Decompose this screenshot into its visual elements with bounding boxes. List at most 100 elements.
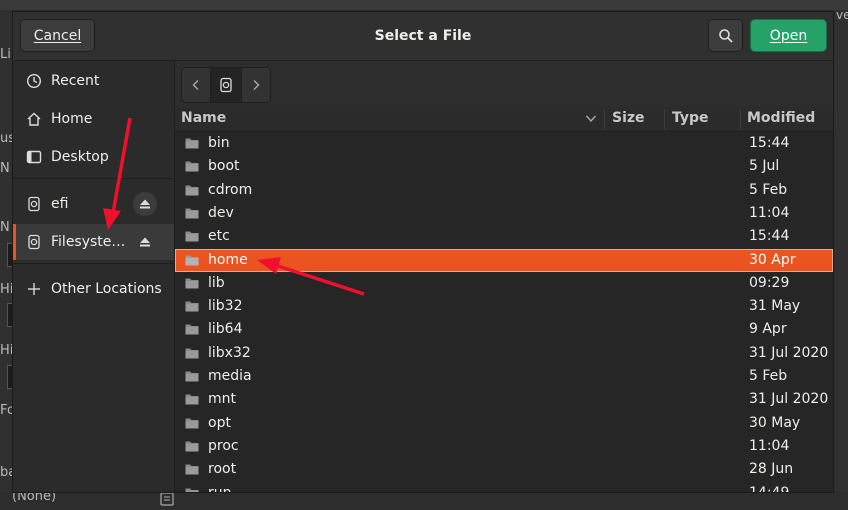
file-modified: 9 Apr <box>749 321 787 338</box>
open-button[interactable]: Open <box>750 19 827 52</box>
search-icon <box>718 28 733 43</box>
folder-icon <box>185 488 199 492</box>
dialog-header: Cancel Select a File Open <box>13 12 833 61</box>
sidebar-item-label: efi <box>51 196 69 212</box>
file-modified: 14:49 <box>749 485 789 493</box>
sidebar-item-filesystem[interactable]: Filesyste… <box>13 224 174 260</box>
eject-icon <box>140 237 150 247</box>
eject-button[interactable] <box>133 192 157 216</box>
file-row[interactable]: dev 11:04 <box>175 202 833 225</box>
path-location-button[interactable] <box>210 68 242 102</box>
sidebar-item-other-locations[interactable]: Other Locations <box>13 271 174 307</box>
chevron-right-icon <box>253 80 260 90</box>
cancel-label: Cancel <box>33 27 82 44</box>
file-row[interactable]: etc 15:44 <box>175 225 833 248</box>
file-modified: 5 Jul <box>749 158 780 175</box>
sidebar-item-label: Desktop <box>51 149 109 165</box>
folder-icon <box>185 464 199 475</box>
file-row[interactable]: media 5 Feb <box>175 365 833 388</box>
search-button[interactable] <box>708 19 743 52</box>
path-forward-button[interactable] <box>242 68 270 102</box>
folder-icon <box>185 324 199 335</box>
folder-icon <box>185 348 199 359</box>
file-name: proc <box>208 437 239 454</box>
column-separator[interactable] <box>604 109 605 129</box>
folder-icon <box>185 185 199 196</box>
background-label: N <box>0 220 10 235</box>
column-separator[interactable] <box>664 109 665 129</box>
column-header-size[interactable]: Size <box>612 110 645 126</box>
file-row[interactable]: lib64 9 Apr <box>175 318 833 341</box>
column-separator[interactable] <box>740 109 741 129</box>
column-header-modified[interactable]: Modified <box>747 110 815 126</box>
sidebar-item-home[interactable]: Home <box>13 101 174 137</box>
file-row[interactable]: boot 5 Jul <box>175 155 833 178</box>
column-header-name[interactable]: Name <box>181 110 226 126</box>
column-header-type[interactable]: Type <box>672 110 709 126</box>
file-row[interactable]: libx32 31 Jul 2020 <box>175 342 833 365</box>
file-name: run <box>208 485 232 493</box>
file-modified: 09:29 <box>749 274 790 291</box>
file-modified: 30 May <box>749 414 801 431</box>
document-icon <box>160 492 174 506</box>
file-modified: 31 May <box>749 298 801 315</box>
chevron-left-icon <box>192 80 199 90</box>
file-row[interactable]: lib32 31 May <box>175 295 833 318</box>
path-back-button[interactable] <box>182 68 210 102</box>
background-label: Li <box>0 47 11 62</box>
file-row[interactable]: home 30 Apr <box>175 248 833 272</box>
clock-icon <box>26 73 42 89</box>
file-name: opt <box>208 414 231 431</box>
file-name: cdrom <box>208 181 253 198</box>
file-modified: 15:44 <box>749 135 790 151</box>
sidebar-item-desktop[interactable]: Desktop <box>13 139 174 175</box>
file-name: dev <box>208 204 234 221</box>
file-name: bin <box>208 135 230 151</box>
file-rows: bin 15:44 boot 5 Jul cdrom 5 Feb dev 11:04 etc 15… <box>175 132 833 492</box>
file-chooser-dialog: Cancel Select a File Open Recent Home De… <box>12 11 834 493</box>
file-name: home <box>208 251 248 268</box>
plus-icon <box>28 283 40 295</box>
folder-icon <box>185 231 199 242</box>
file-modified: 5 Feb <box>749 181 788 198</box>
sort-chevron-down-icon[interactable] <box>585 114 597 124</box>
file-row[interactable]: bin 15:44 <box>175 132 833 155</box>
sidebar-item-recent[interactable]: Recent <box>13 63 174 99</box>
home-icon <box>27 112 41 126</box>
column-header-row: Name Size Type Modified <box>175 107 833 132</box>
file-modified: 15:44 <box>749 228 790 245</box>
folder-icon <box>185 138 199 149</box>
file-row[interactable]: opt 30 May <box>175 412 833 435</box>
folder-icon <box>185 301 199 312</box>
file-row[interactable]: cdrom 5 Feb <box>175 179 833 202</box>
file-modified: 31 Jul 2020 <box>749 391 829 408</box>
file-name: lib64 <box>208 321 243 338</box>
cancel-button[interactable]: Cancel <box>20 19 95 52</box>
background-right-panel <box>834 10 848 510</box>
background-label: ve <box>836 8 848 22</box>
background-status-bar: (None) <box>0 489 848 510</box>
file-row[interactable]: mnt 31 Jul 2020 <box>175 388 833 411</box>
eject-button[interactable] <box>133 230 157 254</box>
file-name: root <box>208 461 237 478</box>
file-modified: 28 Jun <box>749 461 794 478</box>
folder-icon <box>185 161 199 172</box>
sidebar-item-label: Home <box>51 111 93 127</box>
sidebar-item-efi[interactable]: efi <box>13 186 174 222</box>
file-row[interactable]: root 28 Jun <box>175 458 833 481</box>
main-pane: Name Size Type Modified bin 15:44 boot 5 Ju… <box>175 61 833 492</box>
places-sidebar: Recent Home Desktop efi Filesyste… Other… <box>13 61 175 492</box>
folder-icon <box>185 255 199 265</box>
sidebar-separator <box>13 178 174 179</box>
file-name: libx32 <box>208 344 251 361</box>
file-row[interactable]: run 14:49 <box>175 482 833 493</box>
open-label: Open <box>769 27 808 44</box>
file-modified: 30 Apr <box>749 251 796 268</box>
file-name: lib32 <box>208 298 243 315</box>
file-row[interactable]: proc 11:04 <box>175 435 833 458</box>
file-modified: 31 Jul 2020 <box>749 344 829 361</box>
sidebar-item-label: Filesyste… <box>51 234 126 250</box>
file-modified: 11:04 <box>749 437 790 454</box>
sidebar-item-label: Other Locations <box>51 281 162 297</box>
file-row[interactable]: lib 09:29 <box>175 272 833 295</box>
